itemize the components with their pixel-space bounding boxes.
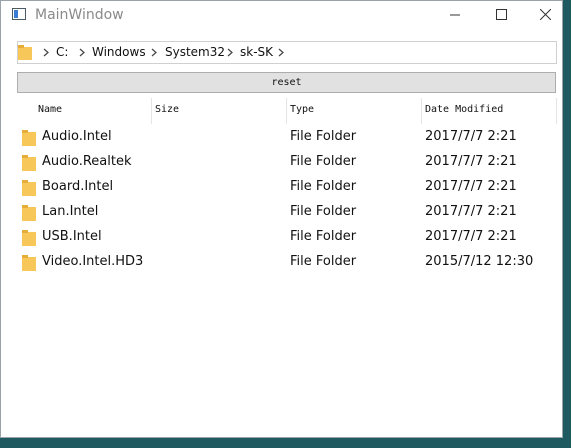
file-name: Audio.Realtek bbox=[42, 154, 132, 169]
file-date: 2015/7/12 12:30 bbox=[425, 254, 534, 269]
chevron-right-icon[interactable] bbox=[278, 48, 284, 57]
window-title: MainWindow bbox=[35, 7, 124, 23]
file-list: Audio.Intel File Folder 2017/7/7 2:21 Au… bbox=[17, 125, 557, 275]
file-name: Video.Intel.HD3 bbox=[42, 254, 144, 269]
table-row[interactable]: Board.Intel File Folder 2017/7/7 2:21 bbox=[17, 175, 557, 200]
file-type: File Folder bbox=[290, 154, 357, 169]
breadcrumb-segment-windows[interactable]: Windows bbox=[92, 45, 146, 59]
breadcrumb-segment-system32[interactable]: System32 bbox=[165, 45, 225, 59]
file-name: Lan.Intel bbox=[42, 204, 99, 219]
chevron-right-icon bbox=[151, 48, 157, 57]
file-type: File Folder bbox=[290, 229, 357, 244]
table-row[interactable]: Lan.Intel File Folder 2017/7/7 2:21 bbox=[17, 200, 557, 225]
table-row[interactable]: Audio.Intel File Folder 2017/7/7 2:21 bbox=[17, 125, 557, 150]
folder-icon bbox=[22, 205, 36, 221]
folder-icon bbox=[22, 155, 36, 171]
minimize-button[interactable] bbox=[432, 1, 478, 30]
reset-button[interactable]: reset bbox=[17, 72, 556, 93]
file-type: File Folder bbox=[290, 129, 357, 144]
close-button[interactable] bbox=[522, 1, 568, 30]
title-bar[interactable]: MainWindow bbox=[1, 1, 562, 30]
breadcrumb[interactable]: C: Windows System32 sk-SK bbox=[17, 41, 557, 64]
folder-icon bbox=[18, 45, 32, 60]
breadcrumb-segment-sk-sk[interactable]: sk-SK bbox=[240, 45, 273, 59]
close-icon bbox=[540, 9, 551, 20]
file-name: Audio.Intel bbox=[42, 129, 112, 144]
column-header-name[interactable]: Name bbox=[17, 98, 152, 124]
file-date: 2017/7/7 2:21 bbox=[425, 229, 517, 244]
chevron-right-icon bbox=[227, 48, 233, 57]
folder-icon bbox=[22, 230, 36, 246]
file-type: File Folder bbox=[290, 254, 357, 269]
table-row[interactable]: Audio.Realtek File Folder 2017/7/7 2:21 bbox=[17, 150, 557, 175]
column-header-date-modified[interactable]: Date Modified bbox=[422, 98, 557, 124]
folder-icon bbox=[22, 255, 36, 271]
table-row[interactable]: USB.Intel File Folder 2017/7/7 2:21 bbox=[17, 225, 557, 250]
file-type: File Folder bbox=[290, 179, 357, 194]
minimize-icon bbox=[450, 14, 460, 16]
file-date: 2017/7/7 2:21 bbox=[425, 204, 517, 219]
column-header-type[interactable]: Type bbox=[287, 98, 422, 124]
file-date: 2017/7/7 2:21 bbox=[425, 129, 517, 144]
file-date: 2017/7/7 2:21 bbox=[425, 179, 517, 194]
file-type: File Folder bbox=[290, 204, 357, 219]
table-header: Name Size Type Date Modified bbox=[17, 98, 557, 124]
folder-icon bbox=[22, 180, 36, 196]
chevron-right-icon bbox=[43, 48, 49, 57]
column-header-size[interactable]: Size bbox=[152, 98, 287, 124]
app-icon bbox=[12, 8, 26, 20]
breadcrumb-segment-drive[interactable]: C: bbox=[56, 45, 68, 59]
file-name: Board.Intel bbox=[42, 179, 114, 194]
folder-icon bbox=[22, 130, 36, 146]
main-window: MainWindow C: Windows System32 sk-SK res… bbox=[0, 0, 563, 438]
file-date: 2017/7/7 2:21 bbox=[425, 154, 517, 169]
maximize-button[interactable] bbox=[478, 1, 524, 30]
chevron-right-icon bbox=[79, 48, 85, 57]
maximize-icon bbox=[496, 9, 507, 20]
table-row[interactable]: Video.Intel.HD3 File Folder 2015/7/12 12… bbox=[17, 250, 557, 275]
file-name: USB.Intel bbox=[42, 229, 102, 244]
